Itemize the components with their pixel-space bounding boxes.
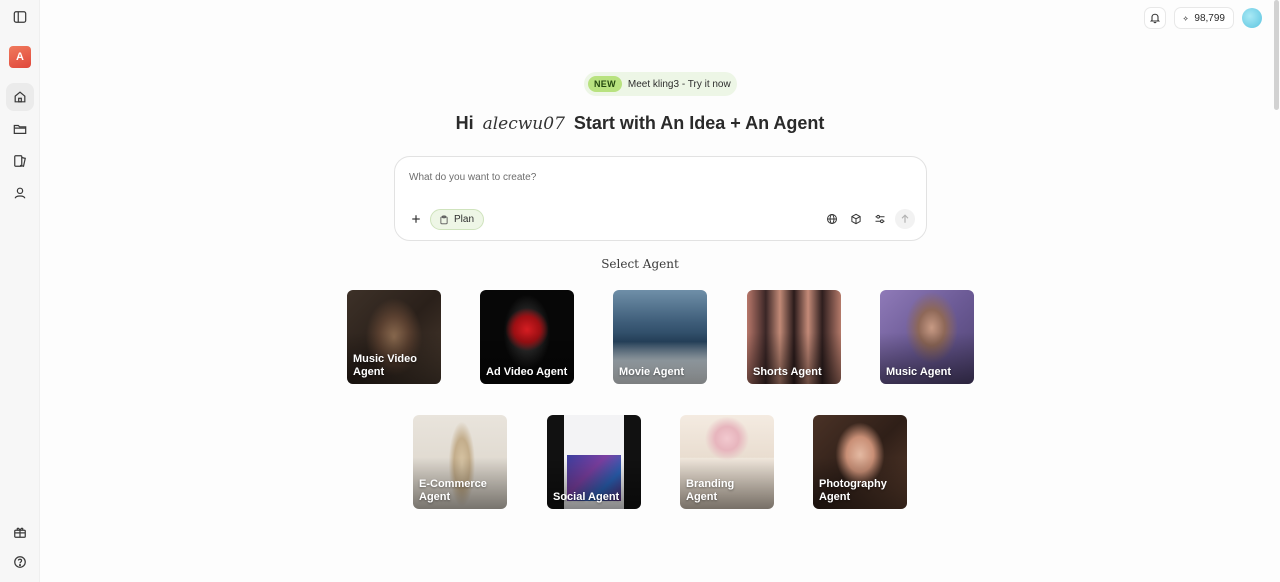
- scrollbar[interactable]: [1274, 0, 1279, 110]
- agent-card-label: Ad Video Agent: [486, 366, 568, 378]
- web-search-button[interactable]: [822, 209, 842, 229]
- sliders-icon: [875, 214, 885, 224]
- agent-card-shorts[interactable]: Shorts Agent: [747, 290, 841, 384]
- gift-button[interactable]: [6, 518, 34, 546]
- agent-card-label: Music Video Agent: [353, 353, 417, 378]
- bell-icon: [1149, 13, 1161, 24]
- agent-card-label: E-Commerce Agent: [419, 478, 487, 503]
- plus-icon: [412, 215, 420, 223]
- arrow-up-icon: [901, 214, 909, 223]
- cube-icon: [851, 213, 861, 225]
- plan-button[interactable]: Plan: [430, 209, 485, 230]
- greeting: Hi: [455, 113, 474, 133]
- agent-card-branding[interactable]: Branding Agent: [680, 415, 774, 509]
- headline: Start with An Idea + An Agent: [573, 113, 825, 133]
- clipboard-icon: [440, 215, 448, 224]
- send-button[interactable]: [895, 209, 915, 229]
- user-icon: [14, 187, 26, 199]
- credits-button[interactable]: 98,799: [1174, 7, 1234, 29]
- agent-card-label: Branding Agent: [686, 478, 735, 503]
- agent-card-label: Social Agent: [553, 491, 620, 503]
- sidebar-toggle-button[interactable]: [6, 3, 34, 31]
- library-icon: [14, 155, 26, 167]
- prompt-input[interactable]: [409, 169, 889, 185]
- agent-card-music-video[interactable]: Music Video Agent: [347, 290, 441, 384]
- credits-count: 98,799: [1194, 12, 1225, 24]
- gift-icon: [14, 527, 26, 538]
- sidebar: A: [0, 0, 40, 582]
- notifications-button[interactable]: [1144, 7, 1166, 29]
- credits-icon: [1183, 15, 1188, 21]
- username: alecwu07: [482, 114, 565, 134]
- help-button[interactable]: [6, 548, 34, 576]
- sidebar-item-home[interactable]: [6, 83, 34, 111]
- agent-card-label: Movie Agent: [619, 366, 684, 378]
- page-title: Hi alecwu07 Start with An Idea + An Agen…: [0, 113, 1280, 134]
- sidebar-toggle-icon: [13, 11, 27, 23]
- add-attachment-button[interactable]: [406, 209, 426, 229]
- agent-card-label: Music Agent: [886, 366, 951, 378]
- agent-card-e-commerce[interactable]: E-Commerce Agent: [413, 415, 507, 509]
- globe-icon: [827, 214, 837, 224]
- plan-label: Plan: [454, 214, 475, 225]
- settings-button[interactable]: [870, 209, 890, 229]
- prompt-composer: Plan: [394, 156, 927, 241]
- agent-card-music[interactable]: Music Agent: [880, 290, 974, 384]
- agent-card-label: Photography Agent: [819, 478, 887, 503]
- help-icon: [14, 556, 26, 568]
- user-avatar[interactable]: [1242, 8, 1262, 28]
- agent-card-movie[interactable]: Movie Agent: [613, 290, 707, 384]
- agent-card-label: Shorts Agent: [753, 366, 822, 378]
- select-agent-title: Select Agent: [601, 257, 679, 271]
- announcement-banner[interactable]: NEW Meet kling3 - Try it now: [584, 72, 737, 96]
- sidebar-item-library[interactable]: [6, 147, 34, 175]
- agent-card-ad-video[interactable]: Ad Video Agent: [480, 290, 574, 384]
- announcement-text: Meet kling3 - Try it now: [627, 78, 731, 90]
- sidebar-item-profile[interactable]: [6, 179, 34, 207]
- workspace-avatar[interactable]: A: [9, 46, 31, 68]
- model-select-button[interactable]: [846, 209, 866, 229]
- agent-card-social[interactable]: Social Agent: [547, 415, 641, 509]
- agent-card-photography[interactable]: Photography Agent: [813, 415, 907, 509]
- home-icon: [14, 91, 26, 103]
- new-badge: NEW: [588, 76, 622, 92]
